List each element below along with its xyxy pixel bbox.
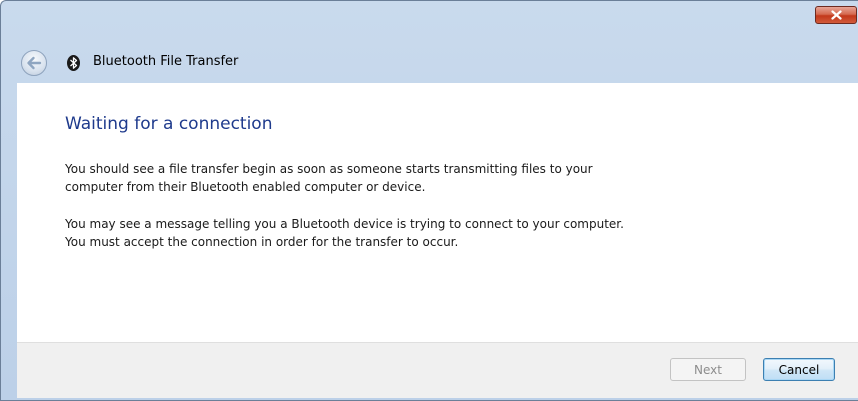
close-button[interactable] — [815, 6, 857, 24]
cancel-button[interactable]: Cancel — [763, 358, 835, 381]
bluetooth-icon — [67, 55, 80, 71]
next-button[interactable]: Next — [670, 358, 746, 381]
paragraph-line: You must accept the connection in order … — [65, 235, 459, 249]
page-heading: Waiting for a connection — [65, 114, 273, 134]
instruction-paragraph-1: You should see a file transfer begin as … — [65, 160, 825, 196]
instruction-paragraph-2: You may see a message telling you a Blue… — [65, 215, 825, 251]
back-button[interactable] — [21, 50, 47, 76]
dialog-title: Bluetooth File Transfer — [93, 54, 239, 69]
dialog-window: Bluetooth File Transfer Waiting for a co… — [0, 0, 858, 401]
button-bar: Next Cancel — [17, 342, 858, 398]
content-panel: Waiting for a connection You should see … — [17, 83, 858, 342]
paragraph-line: You should see a file transfer begin as … — [65, 162, 593, 176]
back-arrow-icon — [27, 56, 42, 70]
paragraph-line: You may see a message telling you a Blue… — [65, 217, 624, 231]
dialog-header: Bluetooth File Transfer — [1, 45, 858, 81]
paragraph-line: computer from their Bluetooth enabled co… — [65, 180, 426, 194]
close-icon — [830, 10, 842, 20]
